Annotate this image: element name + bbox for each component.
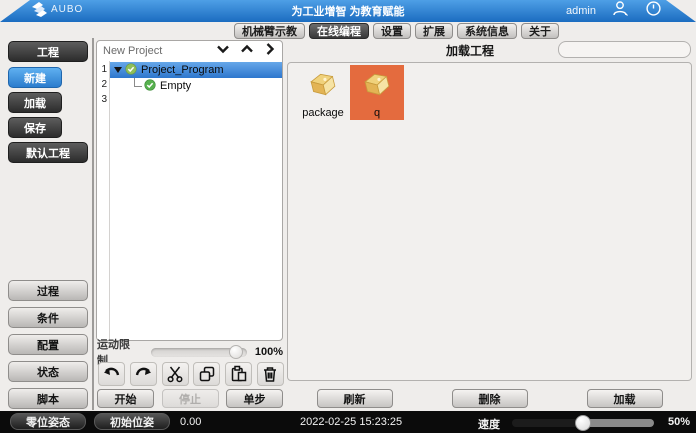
motion-limit-value: 100% xyxy=(255,346,283,358)
tree-node-project-program[interactable]: Project_Program xyxy=(110,62,282,78)
copy-icon xyxy=(198,365,216,383)
delete-button[interactable] xyxy=(257,362,284,386)
main-tab-bar: 机械臂示教 在线编程 设置 扩展 系统信息 关于 xyxy=(234,23,559,39)
status-check-icon xyxy=(144,79,156,94)
load-panel-title: 加载工程 xyxy=(400,42,540,59)
step-button[interactable]: 单步 xyxy=(226,389,283,408)
chevron-down-icon[interactable] xyxy=(216,42,230,60)
copy-button[interactable] xyxy=(193,362,220,386)
file-name: package xyxy=(302,107,344,119)
tab-settings[interactable]: 设置 xyxy=(373,23,411,39)
sidebar-item-state[interactable]: 状态 xyxy=(8,361,88,382)
line-number-gutter: 1 2 3 xyxy=(97,61,110,340)
speed-slider-handle[interactable] xyxy=(575,415,591,431)
paste-icon xyxy=(230,365,248,383)
sidebar-item-new[interactable]: 新建 xyxy=(8,67,62,88)
tab-online-programming[interactable]: 在线编程 xyxy=(309,23,369,39)
redo-icon xyxy=(134,366,153,382)
sidebar-item-condition[interactable]: 条件 xyxy=(8,307,88,328)
speed-value: 50% xyxy=(668,416,690,428)
chevron-up-icon[interactable] xyxy=(240,42,254,60)
paste-button[interactable] xyxy=(225,362,252,386)
sidebar-item-default-project[interactable]: 默认工程 xyxy=(8,142,88,163)
status-check-icon xyxy=(125,63,137,78)
file-item-package[interactable]: package xyxy=(296,65,350,120)
user-name: admin xyxy=(566,5,596,17)
refresh-button[interactable]: 刷新 xyxy=(317,389,393,408)
start-button[interactable]: 开始 xyxy=(97,389,154,408)
cut-button[interactable] xyxy=(162,362,189,386)
sidebar-item-load[interactable]: 加载 xyxy=(8,92,62,113)
edit-toolbar xyxy=(98,362,284,386)
app-window: AUBO 为工业增智 为教育赋能 admin 机械臂示教 在线编程 设置 扩展 … xyxy=(0,0,696,433)
load-project-file-panel: package q xyxy=(287,62,692,381)
motion-limit-slider-handle[interactable] xyxy=(229,345,243,359)
init-pose-button[interactable]: 初始位姿 xyxy=(94,413,170,430)
package-file-icon xyxy=(306,69,340,104)
speed-slider[interactable] xyxy=(512,419,654,427)
cut-icon xyxy=(166,365,184,383)
line-number: 1 xyxy=(101,64,107,75)
chevron-right-icon[interactable] xyxy=(264,42,276,61)
sidebar-divider xyxy=(92,38,94,410)
zero-pose-button[interactable]: 零位姿态 xyxy=(10,413,86,430)
tree-branch-line xyxy=(134,78,142,87)
tab-about[interactable]: 关于 xyxy=(521,23,559,39)
motion-limit-slider[interactable] xyxy=(151,348,247,357)
search-box[interactable] xyxy=(558,41,691,58)
tab-robot-teach[interactable]: 机械臂示教 xyxy=(234,23,305,39)
line-number: 3 xyxy=(101,94,107,105)
sidebar-item-script[interactable]: 脚本 xyxy=(8,388,88,409)
timestamp: 2022-02-25 15:23:25 xyxy=(300,416,402,428)
trash-icon xyxy=(261,365,279,383)
sidebar-item-process[interactable]: 过程 xyxy=(8,280,88,301)
undo-icon xyxy=(102,366,121,382)
tree-node-label: Project_Program xyxy=(141,64,224,76)
tab-system-info[interactable]: 系统信息 xyxy=(457,23,517,39)
project-tree-title: New Project xyxy=(103,45,216,57)
power-icon[interactable] xyxy=(645,0,662,22)
stop-button[interactable]: 停止 xyxy=(162,389,219,408)
load-panel-buttons: 刷新 删除 加载 xyxy=(287,389,692,408)
sidebar-item-save[interactable]: 保存 xyxy=(8,117,62,138)
motion-limit-row: 运动限制 100% xyxy=(97,345,283,359)
user-icon[interactable] xyxy=(612,0,629,22)
run-controls: 开始 停止 单步 xyxy=(97,389,283,408)
sidebar-item-project[interactable]: 工程 xyxy=(8,41,88,62)
file-item-q[interactable]: q xyxy=(350,65,404,120)
file-name: q xyxy=(374,107,380,119)
tree-node-empty[interactable]: Empty xyxy=(110,78,282,94)
line-number: 2 xyxy=(101,79,107,90)
tab-extensions[interactable]: 扩展 xyxy=(415,23,453,39)
expander-icon[interactable] xyxy=(114,67,122,73)
package-file-icon xyxy=(360,69,394,104)
undo-button[interactable] xyxy=(98,362,125,386)
load-project-button[interactable]: 加载 xyxy=(587,389,663,408)
redo-button[interactable] xyxy=(130,362,157,386)
sidebar-item-config[interactable]: 配置 xyxy=(8,334,88,355)
top-bar: AUBO 为工业增智 为教育赋能 admin xyxy=(0,0,696,22)
delete-project-button[interactable]: 删除 xyxy=(452,389,528,408)
status-bar: 零位姿态 初始位姿 0.00 2022-02-25 15:23:25 速度 50… xyxy=(0,411,696,433)
project-tree-panel: New Project 1 2 3 Project xyxy=(96,40,283,341)
search-input[interactable] xyxy=(567,44,696,55)
status-value: 0.00 xyxy=(180,416,201,428)
tree-node-label: Empty xyxy=(160,80,191,92)
speed-label: 速度 xyxy=(478,416,500,432)
